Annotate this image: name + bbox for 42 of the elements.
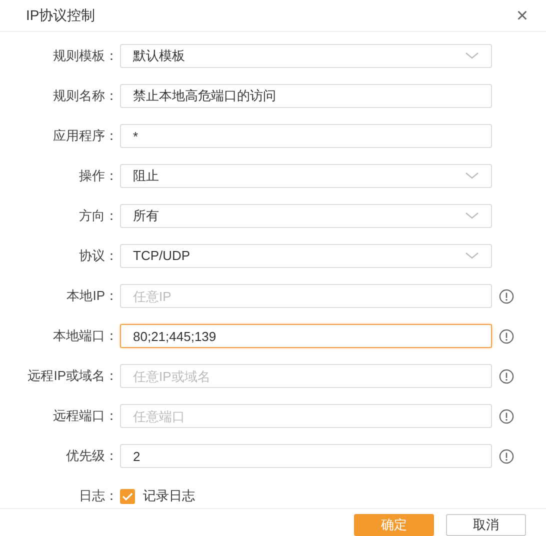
field-label: 远程IP或域名： (26, 367, 119, 386)
dropdown-value: TCP/UDP (133, 247, 192, 266)
field-label: 方向： (78, 207, 119, 226)
cancel-button[interactable]: 取消 (446, 514, 526, 536)
field-label: 规则名称： (52, 87, 119, 106)
info-icon[interactable] (499, 368, 514, 384)
chevron-down-icon (465, 212, 479, 220)
field-label: 操作： (78, 167, 119, 186)
field-label: 远程端口： (52, 407, 119, 426)
info-icon[interactable] (499, 288, 514, 304)
dropdown[interactable]: 阻止 (120, 164, 492, 188)
info-icon[interactable] (499, 408, 514, 424)
check-icon (122, 492, 133, 500)
field-label: 规则模板： (52, 47, 119, 66)
info-icon[interactable] (499, 328, 514, 344)
chevron-down-icon (465, 252, 479, 260)
input-field[interactable]: 任意IP或域名 (120, 364, 492, 388)
field-label: 本地端口： (52, 327, 119, 346)
field-label: 本地IP： (66, 287, 119, 306)
dropdown-value: 阻止 (133, 167, 160, 186)
field-label: 日志： (78, 487, 119, 506)
dropdown-value: 默认模板 (133, 47, 186, 66)
checkbox[interactable] (120, 488, 135, 504)
checkbox-label: 记录日志 (143, 487, 195, 506)
dropdown-value: 所有 (133, 207, 160, 226)
input-field[interactable]: * (120, 124, 492, 148)
input-field[interactable]: 80;21;445;139 (120, 324, 492, 348)
input-field[interactable]: 任意IP (120, 284, 492, 308)
chevron-down-icon (465, 52, 479, 60)
dialog-title: IP协议控制 (26, 6, 96, 25)
dropdown[interactable]: TCP/UDP (120, 244, 492, 268)
field-label: 协议： (78, 247, 119, 266)
field-label: 优先级： (65, 447, 119, 466)
close-button[interactable]: × (516, 6, 528, 26)
chevron-down-icon (465, 172, 479, 180)
dropdown[interactable]: 所有 (120, 204, 492, 228)
dropdown[interactable]: 默认模板 (120, 44, 492, 68)
input-field[interactable]: 2 (120, 444, 492, 468)
info-icon[interactable] (499, 448, 514, 464)
input-field[interactable]: 禁止本地高危端口的访问 (120, 84, 492, 108)
field-label: 应用程序： (52, 127, 119, 146)
input-field[interactable]: 任意端口 (120, 404, 492, 428)
